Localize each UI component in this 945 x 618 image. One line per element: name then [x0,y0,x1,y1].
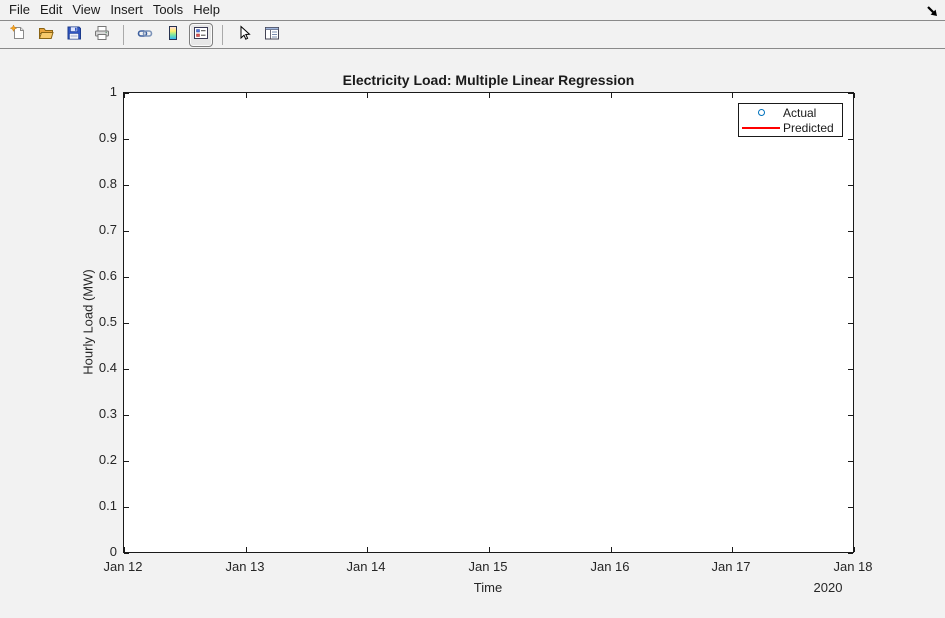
x-tick [489,547,490,552]
x-tick [611,547,612,552]
menu-item-file[interactable]: File [4,0,35,20]
menu-item-insert[interactable]: Insert [105,0,148,20]
plot-area [123,92,854,553]
y-tick-label: 0.7 [67,222,117,237]
legend[interactable]: ActualPredicted [738,103,843,137]
legend-label: Actual [783,106,816,120]
toolbar-separator [222,25,223,45]
y-tick-label: 0.4 [67,360,117,375]
menu-item-view[interactable]: View [67,0,105,20]
y-tick [124,553,129,554]
print-figure-button[interactable] [90,23,114,47]
y-tick-label: 0.9 [67,130,117,145]
x-tick-top [732,93,733,98]
open-file-button[interactable] [34,23,58,47]
insert-colorbar-icon [164,24,182,45]
y-tick-right [848,369,853,370]
y-tick-right [848,415,853,416]
y-tick-label: 0.2 [67,452,117,467]
new-figure-icon [9,24,27,45]
y-tick-right [848,185,853,186]
x-tick-label: Jan 14 [321,559,411,574]
y-tick [124,461,129,462]
x-tick-label: Jan 18 [808,559,898,574]
y-tick-label: 0.8 [67,176,117,191]
x-tick-top [854,93,855,98]
x-tick-label: Jan 15 [443,559,533,574]
link-plot-button[interactable] [133,23,157,47]
insert-legend-icon [192,24,210,45]
edit-plot-button[interactable] [232,23,256,47]
legend-line-sample [742,127,780,129]
y-tick-right [848,93,853,94]
x-axis-label: Time [428,580,548,595]
insert-colorbar-button[interactable] [161,23,185,47]
y-tick-label: 1 [67,84,117,99]
x-tick-label: Jan 17 [686,559,776,574]
y-tick-right [848,507,853,508]
y-tick [124,277,129,278]
toolbar-separator [123,25,124,45]
chart-title: Electricity Load: Multiple Linear Regres… [123,72,854,88]
legend-entry-actual: Actual [739,105,842,120]
plot-browser-icon [263,24,281,45]
edit-plot-icon [235,24,253,45]
y-tick-label: 0.6 [67,268,117,283]
y-tick [124,93,129,94]
y-tick-right [848,139,853,140]
x-tick [854,547,855,552]
matlab-figure-window: { "window": { "background": "#f2f2f2" },… [0,0,945,618]
y-tick [124,415,129,416]
x-tick [246,547,247,552]
x-tick [124,547,125,552]
x-tick-label: Jan 16 [565,559,655,574]
y-tick [124,185,129,186]
y-tick-label: 0.3 [67,406,117,421]
menu-bar: FileEditViewInsertToolsHelp [0,0,945,21]
x-tick [732,547,733,552]
x-tick-top [611,93,612,98]
legend-sample [739,109,783,116]
y-tick-label: 0 [67,544,117,559]
x-tick-label: Jan 13 [200,559,290,574]
save-figure-button[interactable] [62,23,86,47]
save-figure-icon [65,24,83,45]
y-tick-right [848,231,853,232]
menu-item-tools[interactable]: Tools [148,0,188,20]
print-figure-icon [93,24,111,45]
link-plot-icon [136,24,154,45]
y-tick-label: 0.5 [67,314,117,329]
y-tick [124,507,129,508]
figure-canvas: Electricity Load: Multiple Linear Regres… [0,49,945,618]
legend-sample [739,127,783,129]
x-tick [367,547,368,552]
y-tick [124,323,129,324]
insert-legend-button[interactable] [189,23,213,47]
y-tick [124,369,129,370]
open-file-icon [37,24,55,45]
x-tick-top [367,93,368,98]
figure-toolbar [0,21,945,49]
y-tick-right [848,553,853,554]
menu-item-edit[interactable]: Edit [35,0,67,20]
menu-item-help[interactable]: Help [188,0,225,20]
x-tick-top [246,93,247,98]
y-tick [124,139,129,140]
y-tick-right [848,277,853,278]
legend-entry-predicted: Predicted [739,120,842,135]
y-tick-label: 0.1 [67,498,117,513]
y-tick-right [848,461,853,462]
legend-label: Predicted [783,121,834,135]
plot-browser-button[interactable] [260,23,284,47]
x-tick-label: Jan 12 [78,559,168,574]
y-tick-right [848,323,853,324]
y-tick [124,231,129,232]
new-figure-button[interactable] [6,23,30,47]
x-axis-year-label: 2020 [768,580,888,595]
x-tick-top [489,93,490,98]
arrow-se-cursor-icon [925,4,939,23]
legend-marker-circle [758,109,765,116]
